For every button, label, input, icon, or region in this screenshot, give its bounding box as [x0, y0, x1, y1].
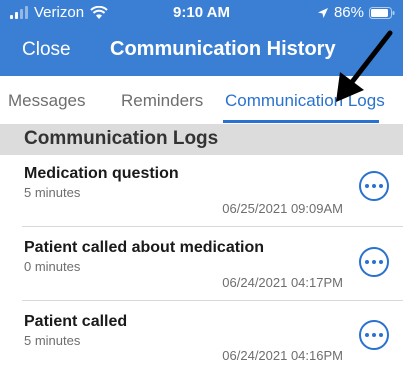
log-list-item[interactable]: Patient called about medication 0 minute…	[0, 229, 403, 301]
divider	[22, 300, 403, 301]
log-duration: 5 minutes	[24, 333, 81, 348]
section-header-label: Communication Logs	[24, 128, 219, 149]
more-options-icon[interactable]	[359, 171, 389, 201]
tab-bar: Messages Reminders Communication Logs	[0, 76, 403, 124]
location-arrow-icon	[317, 7, 328, 18]
log-date: 06/24/2021 04:16PM	[222, 348, 343, 363]
tab-reminders[interactable]: Reminders	[121, 91, 203, 111]
tab-communication-logs[interactable]: Communication Logs	[225, 91, 385, 111]
tab-messages[interactable]: Messages	[8, 91, 85, 111]
battery-percent: 86%	[333, 4, 364, 21]
log-date: 06/25/2021 09:09AM	[222, 201, 343, 216]
log-list-item[interactable]: Medication question 5 minutes 06/25/2021…	[0, 155, 403, 227]
log-title: Medication question	[24, 165, 179, 182]
selected-tab-indicator	[223, 120, 379, 123]
divider	[22, 226, 403, 227]
log-list-item[interactable]: Patient called 5 minutes 06/24/2021 04:1…	[0, 303, 403, 372]
page-title: Communication History	[110, 38, 336, 60]
more-options-icon[interactable]	[359, 320, 389, 350]
battery-icon	[369, 6, 395, 19]
status-right: 86%	[317, 4, 395, 21]
more-options-icon[interactable]	[359, 247, 389, 277]
log-title: Patient called about medication	[24, 239, 265, 256]
close-button[interactable]: Close	[22, 39, 71, 61]
communication-history-screen: Verizon 9:10 AM 86% Close Communication …	[0, 0, 403, 372]
log-title: Patient called	[24, 313, 128, 330]
status-bar: Verizon 9:10 AM 86%	[0, 0, 403, 26]
log-duration: 5 minutes	[24, 185, 81, 200]
nav-bar: Close Communication History	[0, 26, 403, 76]
log-date: 06/24/2021 04:17PM	[222, 275, 343, 290]
log-duration: 0 minutes	[24, 259, 81, 274]
section-header: Communication Logs	[0, 124, 403, 155]
